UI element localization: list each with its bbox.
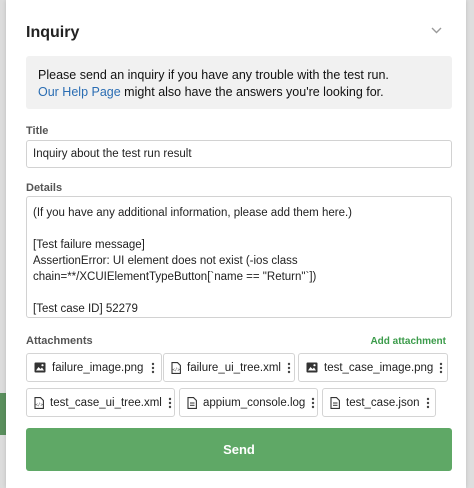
code-file-icon: </> — [34, 396, 44, 409]
notice-line-2-text: might also have the answers you're looki… — [120, 85, 384, 99]
attachment-chip[interactable]: </> test_case_ui_tree.xml — [26, 388, 175, 417]
attachment-name: test_case_ui_tree.xml — [50, 396, 162, 409]
attachment-name: test_case.json — [346, 396, 420, 409]
code-file-icon: </> — [171, 361, 181, 374]
image-icon — [306, 361, 318, 374]
notice-line-2: Our Help Page might also have the answer… — [38, 84, 440, 101]
attachment-name: test_case_image.png — [324, 361, 434, 374]
send-button[interactable]: Send — [26, 428, 452, 471]
more-options-icon[interactable] — [426, 394, 431, 412]
image-icon — [34, 361, 46, 374]
title-label: Title — [26, 125, 49, 137]
help-page-link[interactable]: Our Help Page — [38, 85, 121, 99]
chevron-down-icon — [431, 27, 441, 33]
attachment-name: appium_console.log — [203, 396, 306, 409]
text-file-icon — [330, 396, 340, 409]
inquiry-panel: Inquiry Please send an inquiry if you ha… — [6, 0, 466, 488]
attachments-label: Attachments — [26, 335, 93, 347]
details-label: Details — [26, 182, 63, 194]
panel-header: Inquiry — [26, 22, 446, 46]
notice-line-1: Please send an inquiry if you have any t… — [38, 68, 389, 82]
add-attachment-link[interactable]: Add attachment — [370, 336, 446, 347]
attachment-chip[interactable]: </> failure_ui_tree.xml — [163, 353, 295, 382]
svg-text:</>: </> — [172, 367, 180, 372]
help-notice: Please send an inquiry if you have any t… — [26, 56, 452, 109]
panel-title: Inquiry — [26, 24, 80, 41]
more-options-icon[interactable] — [168, 394, 172, 412]
background-page-right — [466, 0, 474, 488]
svg-text:</>: </> — [35, 402, 43, 407]
more-options-icon[interactable] — [149, 359, 157, 377]
attachment-chip[interactable]: appium_console.log — [179, 388, 318, 417]
attachment-name: failure_ui_tree.xml — [187, 361, 281, 374]
attachment-chip[interactable]: test_case.json — [322, 388, 436, 417]
more-options-icon[interactable] — [287, 359, 291, 377]
details-textarea[interactable]: (If you have any additional information,… — [26, 196, 452, 318]
attachment-chip[interactable]: failure_image.png — [26, 353, 162, 382]
more-options-icon[interactable] — [439, 359, 443, 377]
text-file-icon — [187, 396, 197, 409]
title-input[interactable] — [26, 140, 452, 168]
collapse-button[interactable] — [426, 22, 446, 38]
attachment-name: failure_image.png — [52, 361, 144, 374]
attachment-chip[interactable]: test_case_image.png — [298, 353, 448, 382]
more-options-icon[interactable] — [311, 394, 315, 412]
